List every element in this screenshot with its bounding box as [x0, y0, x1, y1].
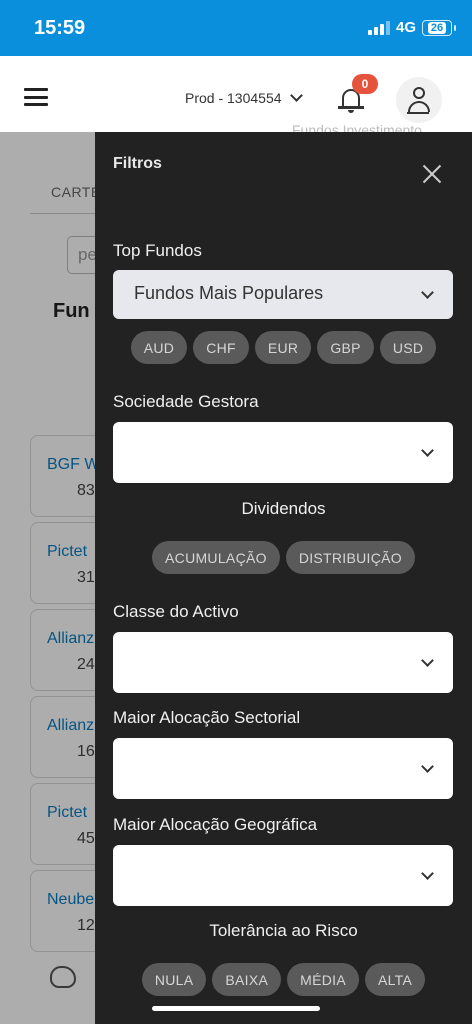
status-bar: 15:59 4G 26 [0, 0, 472, 56]
chip-usd[interactable]: USD [379, 331, 437, 364]
app-header: Prod - 1304554 0 Fundos Investimento [0, 56, 472, 138]
notification-badge: 0 [352, 74, 378, 94]
geo-allocation-label: Maior Alocação Geográfica [113, 815, 318, 834]
chip-chf[interactable]: CHF [193, 331, 249, 364]
top-funds-select[interactable]: Fundos Mais Populares [113, 270, 453, 319]
dividends-label: Dividendos [241, 499, 326, 518]
chip-risk-none[interactable]: NULA [141, 963, 207, 996]
management-company-label: Sociedade Gestora [113, 392, 259, 411]
top-funds-value: Fundos Mais Populares [134, 283, 324, 303]
chevron-down-icon [421, 443, 434, 457]
geo-allocation-select[interactable] [113, 845, 453, 906]
dividend-chips: ACUMULAÇÃO DISTRIBUIÇÃO [95, 541, 472, 574]
panel-title: Filtros [113, 155, 162, 172]
chip-accumulation[interactable]: ACUMULAÇÃO [152, 541, 280, 574]
chevron-down-icon [289, 89, 303, 102]
battery-level: 26 [427, 21, 447, 34]
close-icon[interactable] [422, 164, 442, 184]
status-indicators: 4G 26 [367, 19, 456, 36]
account-label: Prod - 1304554 [185, 90, 282, 106]
sector-allocation-select[interactable] [113, 738, 453, 799]
chip-aud[interactable]: AUD [130, 331, 188, 364]
chevron-down-icon [421, 653, 434, 667]
battery-icon: 26 [422, 19, 456, 36]
management-company-select[interactable] [113, 422, 453, 483]
asset-class-label: Classe do Activo [113, 602, 239, 621]
chevron-down-icon [421, 285, 434, 299]
user-icon[interactable] [396, 77, 442, 123]
chip-risk-high[interactable]: ALTA [365, 963, 426, 996]
sector-allocation-label: Maior Alocação Sectorial [113, 708, 301, 727]
menu-icon[interactable] [24, 88, 48, 106]
chip-distribution[interactable]: DISTRIBUIÇÃO [285, 541, 415, 574]
chip-risk-medium[interactable]: MÉDIA [287, 963, 359, 996]
chip-gbp[interactable]: GBP [317, 331, 374, 364]
risk-label: Tolerância ao Risco [209, 921, 358, 940]
account-selector[interactable]: Prod - 1304554 [185, 89, 303, 106]
signal-icon [367, 20, 390, 35]
filter-panel: Filtros Top Fundos Fundos Mais Populares… [95, 132, 472, 1024]
network-type: 4G [395, 19, 416, 36]
status-time: 15:59 [34, 17, 86, 39]
currency-chips: AUD CHF EUR GBP USD [95, 331, 472, 364]
chip-risk-low[interactable]: BAIXA [212, 963, 282, 996]
chevron-down-icon [421, 866, 434, 880]
chip-eur[interactable]: EUR [254, 331, 312, 364]
asset-class-select[interactable] [113, 632, 453, 693]
top-funds-label: Top Fundos [113, 241, 202, 260]
risk-chips: NULA BAIXA MÉDIA ALTA [95, 963, 472, 996]
chevron-down-icon [421, 759, 434, 773]
home-indicator[interactable] [152, 1006, 320, 1011]
